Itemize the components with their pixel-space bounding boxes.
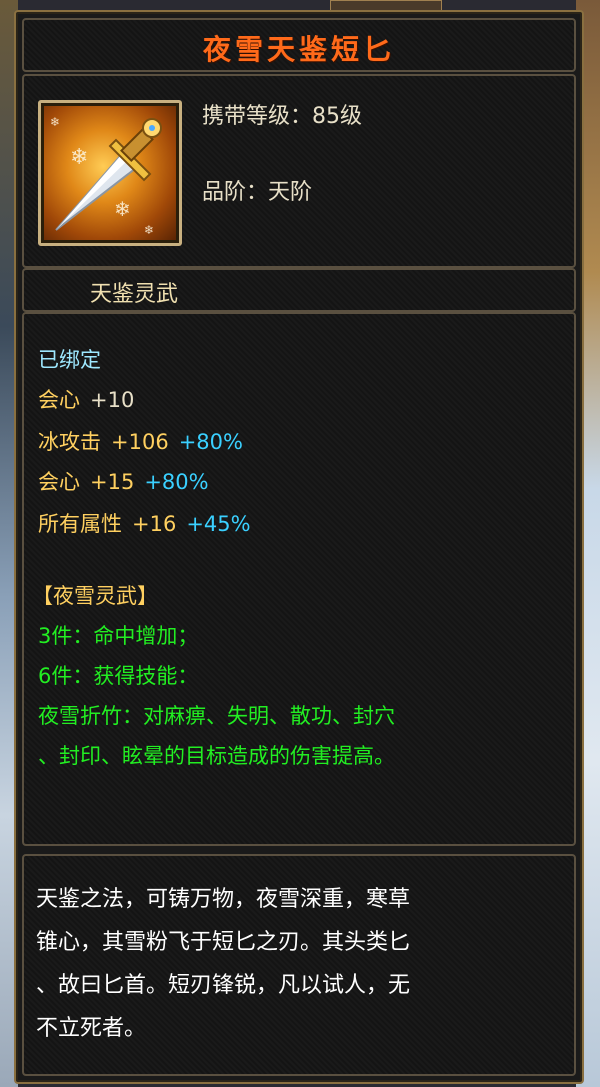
stat-row-all-attributes: 所有属性 +16 +45% xyxy=(38,508,251,538)
svg-text:❄: ❄ xyxy=(114,197,131,221)
bound-status: 已绑定 xyxy=(38,348,101,372)
dagger-icon: ❄ ❄ ❄ ❄ xyxy=(44,106,176,240)
svg-text:❄: ❄ xyxy=(70,145,88,170)
stat-label: 冰攻击 xyxy=(38,430,101,454)
stat-label: 会心 xyxy=(38,388,80,412)
stat-label: 会心 xyxy=(38,470,80,494)
stat-value: +106 xyxy=(111,430,169,454)
description-panel: 天鉴之法，可铸万物，夜雪深重，寒草 锥心，其雪粉飞于短匕之刃。其头类匕 、故曰匕… xyxy=(22,854,576,1076)
attributes-panel: 已绑定 会心 +10 冰攻击 +106 +80% 会心 +15 +80% 所有属性 +16 +… xyxy=(22,312,576,846)
stat-value: +10 xyxy=(90,388,135,412)
description-line: 、故曰匕首。短刃锋锐，凡以试人，无 xyxy=(36,973,411,998)
set-bonus-3: 3件：命中增加； xyxy=(38,624,199,648)
stat-bonus: +80% xyxy=(144,470,209,494)
stat-bonus: +80% xyxy=(178,430,243,454)
set-skill-line-2: 、封印、眩晕的目标造成的伤害提高。 xyxy=(38,744,395,768)
svg-text:❄: ❄ xyxy=(144,223,154,237)
item-header-panel: ❄ ❄ ❄ ❄ 携带等级：85级 品阶：天阶 xyxy=(22,74,576,268)
stat-value: +16 xyxy=(132,512,177,536)
description-line: 不立死者。 xyxy=(36,1016,147,1041)
title-panel: 夜雪天鉴短匕 xyxy=(22,18,576,72)
item-tooltip: 夜雪天鉴短匕 ❄ ❄ ❄ ❄ 携带等级：85级 品阶：天阶 天鉴灵武 已绑定 会… xyxy=(14,10,584,1084)
stat-row-crit-1: 会心 +10 xyxy=(38,384,134,414)
set-skill-line-1: 夜雪折竹：对麻痹、失明、散功、封穴 xyxy=(38,704,395,728)
stat-label: 所有属性 xyxy=(38,512,122,536)
item-name: 夜雪天鉴短匕 xyxy=(202,33,395,66)
set-name: 【夜雪灵武】 xyxy=(32,584,158,608)
stat-value: +15 xyxy=(90,470,135,494)
item-icon-frame: ❄ ❄ ❄ ❄ xyxy=(38,100,182,246)
svg-text:❄: ❄ xyxy=(50,115,60,129)
item-description: 天鉴之法，可铸万物，夜雪深重，寒草 锥心，其雪粉飞于短匕之刃。其头类匕 、故曰匕… xyxy=(36,878,564,1050)
stat-row-ice-attack: 冰攻击 +106 +80% xyxy=(38,426,243,456)
item-series: 天鉴灵武 xyxy=(90,282,179,307)
carry-level: 携带等级：85级 xyxy=(202,104,362,129)
description-line: 锥心，其雪粉飞于短匕之刃。其头类匕 xyxy=(36,930,411,955)
item-rank: 品阶：天阶 xyxy=(202,180,313,205)
stat-row-crit-2: 会心 +15 +80% xyxy=(38,466,209,496)
stat-bonus: +45% xyxy=(186,512,251,536)
set-bonus-6: 6件：获得技能： xyxy=(38,664,199,688)
series-panel: 天鉴灵武 xyxy=(22,268,576,312)
description-line: 天鉴之法，可铸万物，夜雪深重，寒草 xyxy=(36,887,411,912)
